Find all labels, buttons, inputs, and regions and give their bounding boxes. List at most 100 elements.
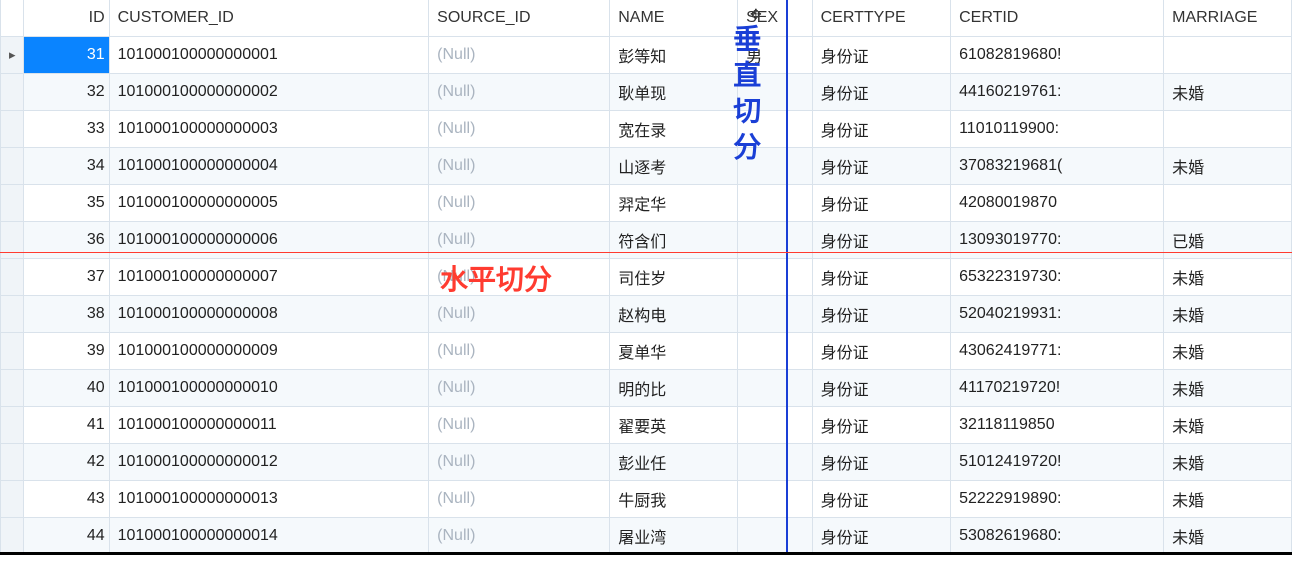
cell-name[interactable]: 山逐考 [610, 147, 738, 184]
cell-marriage[interactable]: 已婚 [1164, 221, 1292, 258]
table-row[interactable]: 43101000100000000013(Null)牛厨我身份证52222919… [1, 480, 1292, 517]
cell-certid[interactable]: 52040219931: [951, 295, 1164, 332]
cell-certid[interactable]: 52222919890: [951, 480, 1164, 517]
cell-customer-id[interactable]: 101000100000000003 [109, 110, 429, 147]
cell-marriage[interactable]: 未婚 [1164, 73, 1292, 110]
cell-name[interactable]: 宽在录 [610, 110, 738, 147]
cell-certtype[interactable]: 身份证 [812, 332, 950, 369]
cell-id[interactable]: 35 [24, 184, 109, 221]
cell-marriage[interactable]: 未婚 [1164, 332, 1292, 369]
cell-name[interactable]: 符含们 [610, 221, 738, 258]
cell-customer-id[interactable]: 101000100000000008 [109, 295, 429, 332]
cell-marriage[interactable]: 未婚 [1164, 258, 1292, 295]
cell-customer-id[interactable]: 101000100000000006 [109, 221, 429, 258]
cell-certtype[interactable]: 身份证 [812, 406, 950, 443]
cell-id[interactable]: 34 [24, 147, 109, 184]
cell-sex[interactable] [738, 258, 813, 295]
cell-id[interactable]: 39 [24, 332, 109, 369]
cell-name[interactable]: 赵构电 [610, 295, 738, 332]
cell-marriage[interactable]: 未婚 [1164, 480, 1292, 517]
cell-sex[interactable] [738, 443, 813, 480]
cell-certid[interactable]: 51012419720! [951, 443, 1164, 480]
cell-source-id[interactable]: (Null) [429, 517, 610, 554]
cell-certtype[interactable]: 身份证 [812, 36, 950, 73]
cell-id[interactable]: 32 [24, 73, 109, 110]
table-row[interactable]: 39101000100000000009(Null)夏单华身份证43062419… [1, 332, 1292, 369]
cell-certid[interactable]: 44160219761: [951, 73, 1164, 110]
col-marriage[interactable]: MARRIAGE [1164, 0, 1292, 36]
cell-name[interactable]: 彭等知 [610, 36, 738, 73]
cell-source-id[interactable]: (Null) [429, 295, 610, 332]
col-customer-id[interactable]: CUSTOMER_ID [109, 0, 429, 36]
cell-name[interactable]: 羿定华 [610, 184, 738, 221]
cell-certid[interactable]: 42080019870 [951, 184, 1164, 221]
table-row[interactable]: 38101000100000000008(Null)赵构电 身份证52040219… [1, 295, 1292, 332]
cell-customer-id[interactable]: 101000100000000013 [109, 480, 429, 517]
cell-certtype[interactable]: 身份证 [812, 517, 950, 554]
cell-marriage[interactable] [1164, 110, 1292, 147]
cell-customer-id[interactable]: 101000100000000002 [109, 73, 429, 110]
cell-id[interactable]: 44 [24, 517, 109, 554]
table-row[interactable]: 32101000100000000002(Null)耿单现身份证44160219… [1, 73, 1292, 110]
cell-marriage[interactable]: 未婚 [1164, 443, 1292, 480]
cell-marriage[interactable]: 未婚 [1164, 369, 1292, 406]
cell-name[interactable]: 耿单现 [610, 73, 738, 110]
table-row[interactable]: ▸31101000100000000001(Null)彭等知男身份证610828… [1, 36, 1292, 73]
cell-source-id[interactable]: (Null) [429, 443, 610, 480]
cell-id[interactable]: 31 [24, 36, 109, 73]
cell-source-id[interactable]: (Null) [429, 147, 610, 184]
col-id[interactable]: ID [24, 0, 109, 36]
cell-id[interactable]: 33 [24, 110, 109, 147]
cell-source-id[interactable]: (Null) [429, 258, 610, 295]
cell-marriage[interactable] [1164, 36, 1292, 73]
cell-source-id[interactable]: (Null) [429, 369, 610, 406]
cell-source-id[interactable]: (Null) [429, 110, 610, 147]
cell-certtype[interactable]: 身份证 [812, 258, 950, 295]
col-certtype[interactable]: CERTTYPE [812, 0, 950, 36]
cell-marriage[interactable]: 未婚 [1164, 517, 1292, 554]
cell-id[interactable]: 38 [24, 295, 109, 332]
cell-marriage[interactable]: 未婚 [1164, 295, 1292, 332]
cell-certid[interactable]: 37083219681( [951, 147, 1164, 184]
cell-certid[interactable]: 13093019770: [951, 221, 1164, 258]
cell-certtype[interactable]: 身份证 [812, 184, 950, 221]
cell-customer-id[interactable]: 101000100000000007 [109, 258, 429, 295]
cell-customer-id[interactable]: 101000100000000010 [109, 369, 429, 406]
table-row[interactable]: 37101000100000000007(Null)司住岁身份证65322319… [1, 258, 1292, 295]
cell-certtype[interactable]: 身份证 [812, 295, 950, 332]
cell-certid[interactable]: 43062419771: [951, 332, 1164, 369]
cell-source-id[interactable]: (Null) [429, 184, 610, 221]
cell-name[interactable]: 夏单华 [610, 332, 738, 369]
cell-certid[interactable]: 11010119900: [951, 110, 1164, 147]
table-row[interactable]: 44101000100000000014(Null)屠业湾身份证53082619… [1, 517, 1292, 554]
table-row[interactable]: 42101000100000000012(Null)彭业任身份证51012419… [1, 443, 1292, 480]
cell-certid[interactable]: 41170219720! [951, 369, 1164, 406]
cell-sex[interactable] [738, 406, 813, 443]
table-row[interactable]: 33101000100000000003(Null)宽在录身份证11010119… [1, 110, 1292, 147]
table-row[interactable]: 35101000100000000005(Null)羿定华身份证42080019… [1, 184, 1292, 221]
cell-source-id[interactable]: (Null) [429, 332, 610, 369]
cell-certid[interactable]: 32118119850 [951, 406, 1164, 443]
cell-name[interactable]: 屠业湾 [610, 517, 738, 554]
cell-marriage[interactable]: 未婚 [1164, 147, 1292, 184]
cell-source-id[interactable]: (Null) [429, 221, 610, 258]
cell-sex[interactable] [738, 517, 813, 554]
col-source-id[interactable]: SOURCE_ID [429, 0, 610, 36]
cell-name[interactable]: 司住岁 [610, 258, 738, 295]
cell-customer-id[interactable]: 101000100000000011 [109, 406, 429, 443]
cell-sex[interactable] [738, 110, 813, 147]
col-certid[interactable]: CERTID [951, 0, 1164, 36]
cell-source-id[interactable]: (Null) [429, 406, 610, 443]
cell-id[interactable]: 40 [24, 369, 109, 406]
cell-certid[interactable]: 61082819680! [951, 36, 1164, 73]
col-sex[interactable]: SEX [738, 0, 813, 36]
cell-marriage[interactable]: 未婚 [1164, 406, 1292, 443]
cell-sex[interactable] [738, 73, 813, 110]
cell-source-id[interactable]: (Null) [429, 36, 610, 73]
cell-name[interactable]: 牛厨我 [610, 480, 738, 517]
cell-sex[interactable] [738, 184, 813, 221]
table-row[interactable]: 36101000100000000006(Null)符含们身份证13093019… [1, 221, 1292, 258]
cell-name[interactable]: 彭业任 [610, 443, 738, 480]
cell-sex[interactable] [738, 295, 813, 332]
cell-sex[interactable] [738, 147, 813, 184]
